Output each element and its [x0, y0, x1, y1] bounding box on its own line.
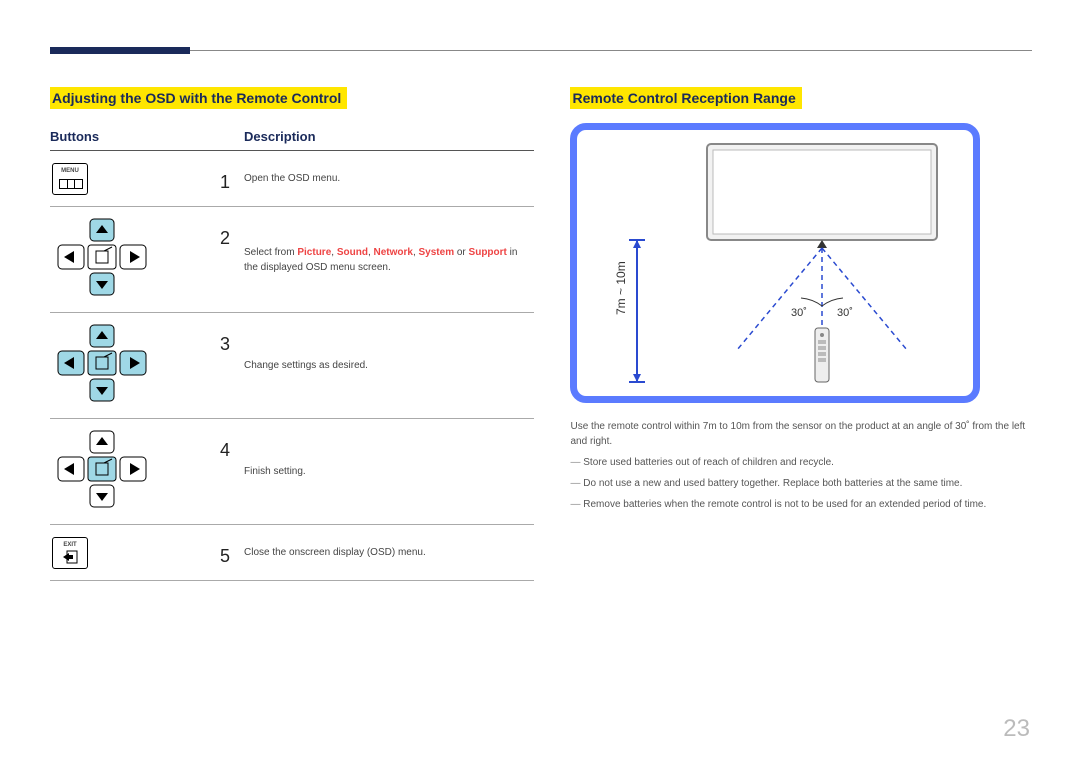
- osd-table: Buttons Description MENU: [50, 123, 534, 581]
- step-number: 1: [220, 151, 244, 207]
- button-cell-dpad: [50, 419, 220, 525]
- step-description: Select from Picture, Sound, Network, Sys…: [244, 207, 534, 313]
- highlight-picture: Picture: [297, 247, 331, 258]
- exit-button-icon: EXIT: [52, 537, 88, 569]
- header-rule: [50, 50, 1032, 51]
- dpad-all-icon: [52, 323, 152, 403]
- left-column: Adjusting the OSD with the Remote Contro…: [50, 87, 534, 581]
- table-row: 3 Change settings as desired.: [50, 313, 534, 419]
- angle-right-label: 30˚: [837, 307, 853, 319]
- exit-arrow-icon: [63, 550, 79, 564]
- section-heading-osd: Adjusting the OSD with the Remote Contro…: [50, 87, 347, 109]
- range-diagram-svg: 30˚ 30˚ 7m ~ 10m: [577, 130, 973, 396]
- right-column: Remote Control Reception Range 30˚: [570, 87, 1030, 581]
- th-buttons: Buttons: [50, 123, 220, 151]
- page-number: 23: [1003, 715, 1030, 743]
- button-cell-menu: MENU: [50, 151, 220, 207]
- table-row: 2 Select from Picture, Sound, Network, S…: [50, 207, 534, 313]
- usage-note: Use the remote control within 7m to 10m …: [570, 419, 1030, 449]
- battery-note-3: Remove batteries when the remote control…: [570, 497, 1030, 512]
- step-description: Change settings as desired.: [244, 313, 534, 419]
- highlight-system: System: [419, 247, 455, 258]
- battery-note-2: Do not use a new and used battery togeth…: [570, 476, 1030, 491]
- th-spacer: [220, 123, 244, 151]
- distance-label: 7m ~ 10m: [614, 261, 628, 315]
- step-number: 5: [220, 525, 244, 581]
- step-number: 2: [220, 207, 244, 313]
- highlight-sound: Sound: [337, 247, 368, 258]
- step-description: Open the OSD menu.: [244, 151, 534, 207]
- section-heading-range: Remote Control Reception Range: [570, 87, 801, 109]
- step-description: Close the onscreen display (OSD) menu.: [244, 525, 534, 581]
- step-number: 4: [220, 419, 244, 525]
- menu-bars-icon: [59, 179, 83, 189]
- th-description: Description: [244, 123, 534, 151]
- highlight-support: Support: [469, 247, 507, 258]
- menu-button-icon: MENU: [52, 163, 88, 195]
- dpad-center-icon: [52, 429, 152, 509]
- dpad-updown-icon: [52, 217, 152, 297]
- desc-text: or: [454, 247, 468, 258]
- table-row: MENU 1 Open the OSD menu.: [50, 151, 534, 207]
- step-description: Finish setting.: [244, 419, 534, 525]
- desc-text: Select from: [244, 247, 297, 258]
- content-columns: Adjusting the OSD with the Remote Contro…: [50, 87, 1030, 581]
- menu-button-label: MENU: [61, 168, 79, 174]
- button-cell-dpad: [50, 313, 220, 419]
- highlight-network: Network: [374, 247, 413, 258]
- button-cell-dpad: [50, 207, 220, 313]
- button-cell-exit: EXIT: [50, 525, 220, 581]
- table-row: EXIT 5 Close the onscreen display (OSD) …: [50, 525, 534, 581]
- table-row: 4 Finish setting.: [50, 419, 534, 525]
- battery-note-1: Store used batteries out of reach of chi…: [570, 455, 1030, 470]
- angle-left-label: 30˚: [791, 307, 807, 319]
- reception-range-diagram: 30˚ 30˚ 7m ~ 10m: [570, 123, 980, 403]
- manual-page: Adjusting the OSD with the Remote Contro…: [0, 0, 1080, 763]
- exit-button-label: EXIT: [63, 542, 76, 548]
- step-number: 3: [220, 313, 244, 419]
